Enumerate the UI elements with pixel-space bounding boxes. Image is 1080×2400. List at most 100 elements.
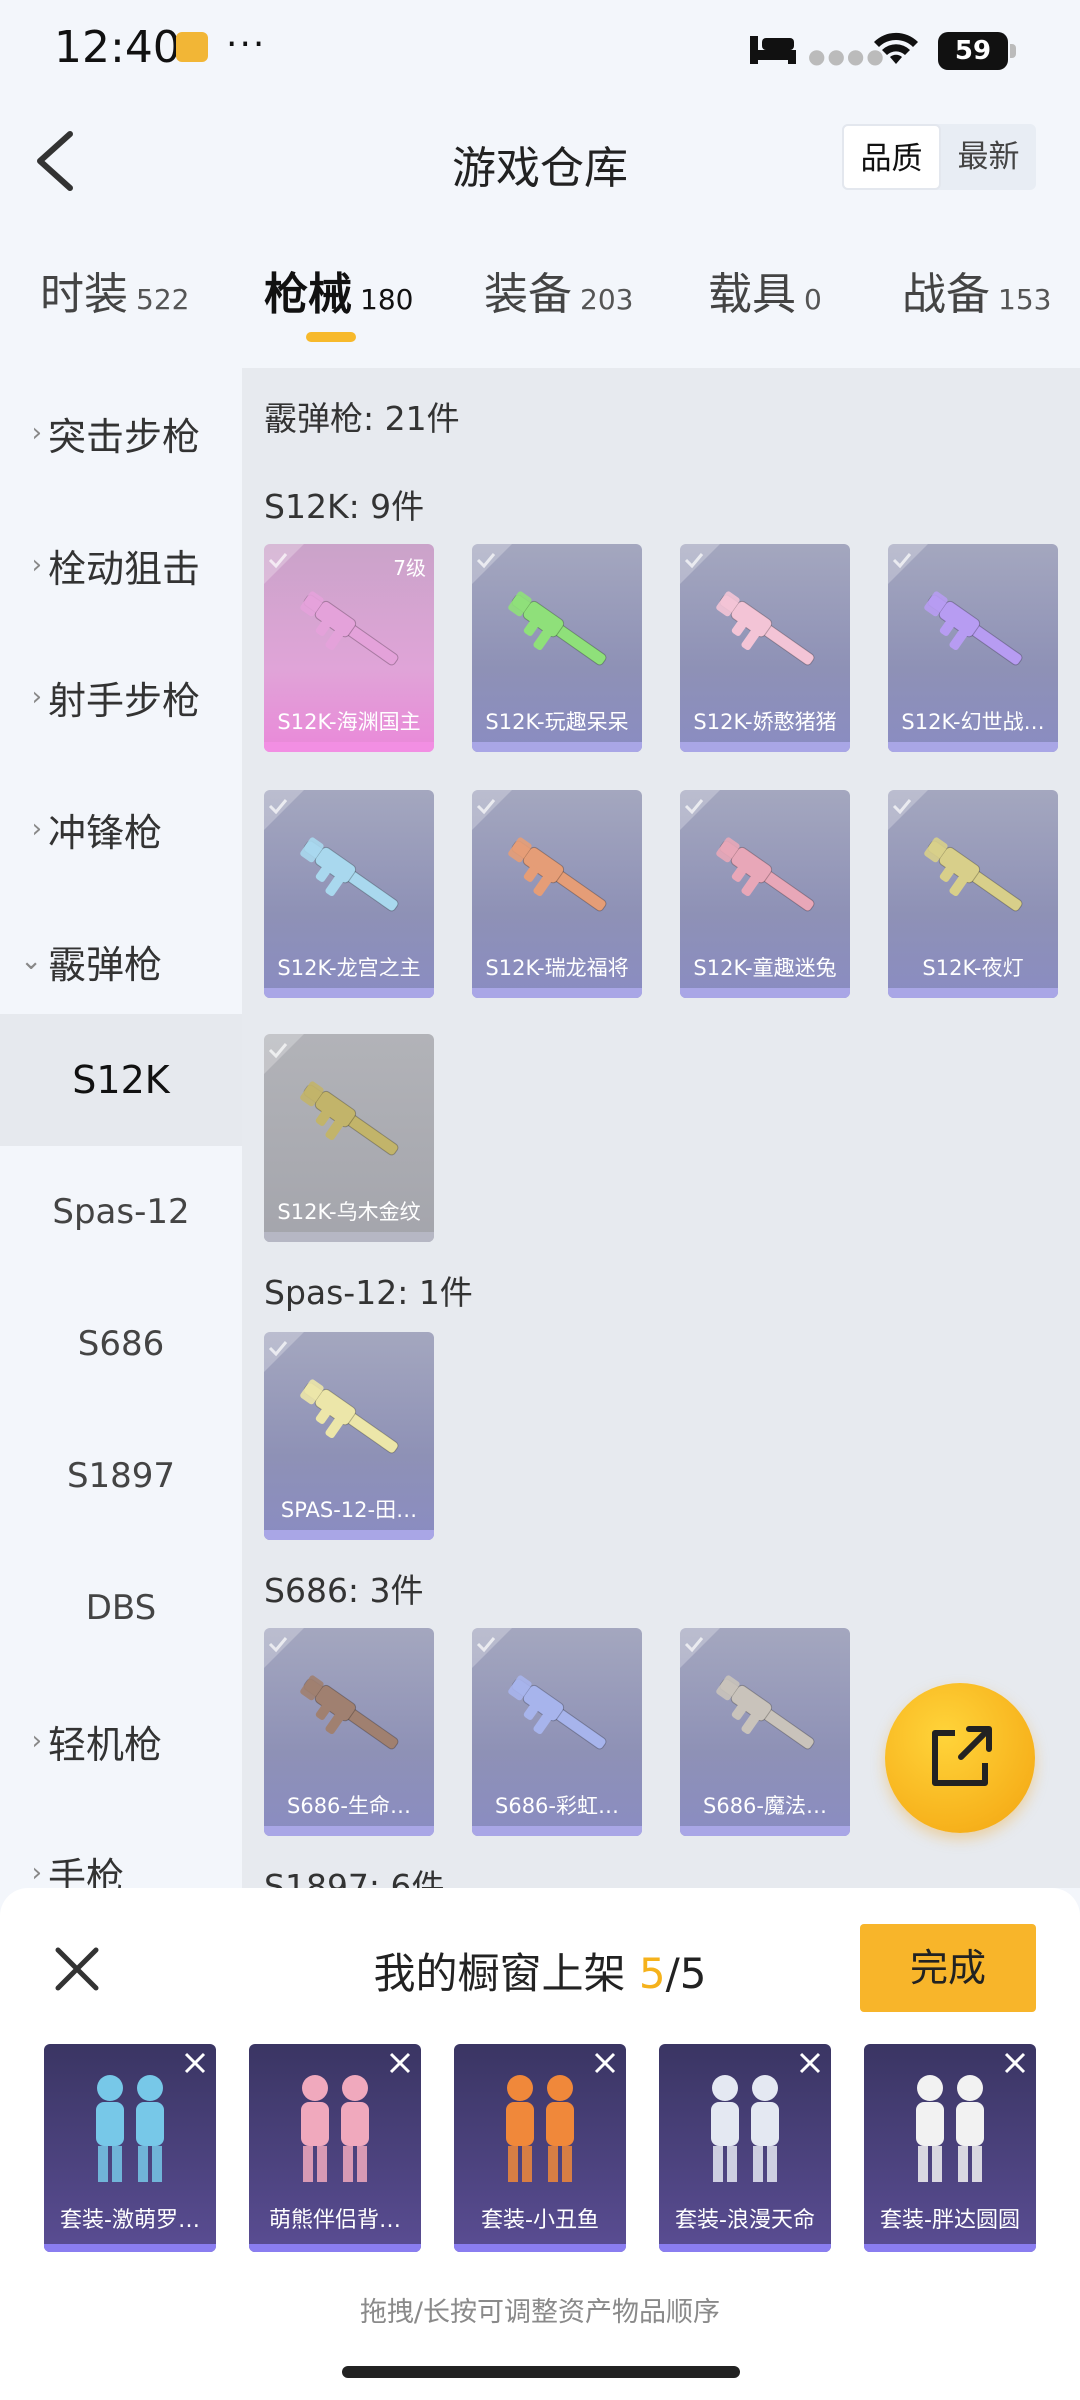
item-name: S12K-海渊国主 <box>277 710 421 734</box>
weapon-skin-image <box>508 1675 607 1750</box>
tab-guns[interactable]: 枪械 180 <box>264 258 413 322</box>
showcase-item-name: 套装-激萌罗… <box>60 2208 200 2233</box>
tab-label: 枪械 <box>264 269 352 320</box>
sort-quality-option[interactable]: 品质 <box>842 124 941 190</box>
rarity-bar <box>44 2244 216 2252</box>
showcase-item[interactable]: 套装-激萌罗… <box>44 2044 216 2252</box>
active-tab-indicator <box>306 332 356 342</box>
rarity-bar <box>264 1232 434 1242</box>
remove-icon[interactable] <box>387 2050 413 2076</box>
tab-label: 战备 <box>902 269 990 320</box>
tab-count: 153 <box>998 283 1052 316</box>
item-name: S686-彩虹… <box>495 1794 619 1818</box>
rarity-bar <box>264 1826 434 1836</box>
rarity-bar <box>680 742 850 752</box>
rarity-bar <box>264 742 434 752</box>
tab-label: 时装 <box>40 269 128 320</box>
tab-vehicles[interactable]: 载具 0 <box>708 258 822 322</box>
item-card[interactable]: S12K-娇憨猪猪 <box>680 544 850 752</box>
outfit-image <box>506 2075 574 2182</box>
rarity-bar <box>472 1826 642 1836</box>
sidebar-item-label: 栓动狙击 <box>48 546 201 591</box>
showcase-item[interactable]: 套装-胖达圆圆 <box>864 2044 1036 2252</box>
section-title-s1897: S1897: 6件 <box>264 1867 445 1888</box>
sidebar-sub-spas12[interactable]: Spas-12 <box>0 1146 242 1278</box>
outfit-image <box>711 2075 779 2182</box>
item-name: S12K-龙宫之主 <box>277 956 421 980</box>
rarity-bar <box>680 988 850 998</box>
sleep-mode-icon <box>750 36 796 64</box>
item-card[interactable]: SPAS-12-田… <box>264 1332 434 1540</box>
sidebar-sub-s1897[interactable]: S1897 <box>0 1410 242 1542</box>
item-name: S12K-幻世战… <box>901 710 1045 734</box>
rarity-bar <box>249 2244 421 2252</box>
section-title-s686: S686: 3件 <box>264 1571 424 1610</box>
item-name: S686-生命… <box>287 1794 411 1818</box>
item-name: S12K-乌木金纹 <box>277 1200 421 1224</box>
sort-newest-option[interactable]: 最新 <box>941 124 1036 190</box>
item-name: SPAS-12-田… <box>280 1498 418 1522</box>
item-card[interactable]: S12K-夜灯 <box>888 790 1058 998</box>
done-button[interactable]: 完成 <box>860 1924 1036 2012</box>
weapon-skin-image <box>300 591 399 666</box>
remove-icon[interactable] <box>592 2050 618 2076</box>
item-card[interactable]: S686-魔法… <box>680 1628 850 1836</box>
chevron-right-icon: › <box>31 1726 42 1756</box>
showcase-title-text: 我的橱窗上架 <box>373 1949 626 1998</box>
sidebar-sub-s12k[interactable]: S12K <box>0 1014 242 1146</box>
group-title: 霰弹枪: 21件 <box>264 399 460 438</box>
item-card[interactable]: S12K-瑞龙福将 <box>472 790 642 998</box>
showcase-item[interactable]: 套装-浪漫天命 <box>659 2044 831 2252</box>
sidebar-item-shotgun[interactable]: ⌄ 霰弹枪 <box>0 896 242 1026</box>
item-card[interactable]: S12K-玩趣呆呆 <box>472 544 642 752</box>
sidebar-item-label: 突击步枪 <box>48 414 201 459</box>
item-card[interactable]: S12K-龙宫之主 <box>264 790 434 998</box>
tab-supplies[interactable]: 战备 153 <box>902 258 1051 322</box>
item-name: S12K-童趣迷兔 <box>693 956 837 980</box>
weapon-skin-image <box>508 837 607 912</box>
remove-icon[interactable] <box>1002 2050 1028 2076</box>
chevron-right-icon: › <box>31 418 42 448</box>
remove-icon[interactable] <box>797 2050 823 2076</box>
rarity-bar <box>659 2244 831 2252</box>
weapon-skin-image <box>300 1379 399 1454</box>
section-title-spas12: Spas-12: 1件 <box>264 1273 473 1312</box>
item-level-badge: 7级 <box>393 556 426 580</box>
tab-label: 装备 <box>484 269 572 320</box>
tab-count: 0 <box>804 283 822 316</box>
share-button[interactable] <box>885 1683 1035 1833</box>
owned-check-icon <box>264 790 304 830</box>
status-bar: 12:40 ··· ●●●● 59 <box>0 0 1080 100</box>
chevron-right-icon: › <box>31 814 42 844</box>
battery-tip <box>1010 44 1016 58</box>
remove-icon[interactable] <box>182 2050 208 2076</box>
item-card[interactable]: 7级 S12K-海渊国主 <box>264 544 434 752</box>
tab-fashion[interactable]: 时装 522 <box>40 258 189 322</box>
sidebar-sub-dbs[interactable]: DBS <box>0 1542 242 1674</box>
sidebar-item-assault-rifle[interactable]: › 突击步枪 <box>0 368 242 498</box>
item-card[interactable]: S686-生命… <box>264 1628 434 1836</box>
sidebar-item-smg[interactable]: › 冲锋枪 <box>0 764 242 894</box>
item-card[interactable]: S12K-幻世战… <box>888 544 1058 752</box>
showcase-item[interactable]: 套装-小丑鱼 <box>454 2044 626 2252</box>
home-indicator[interactable] <box>342 2366 740 2378</box>
item-card[interactable]: S12K-童趣迷兔 <box>680 790 850 998</box>
showcase-item[interactable]: 萌熊伴侣背… <box>249 2044 421 2252</box>
sidebar-sub-s686[interactable]: S686 <box>0 1278 242 1410</box>
owned-check-icon <box>472 790 512 830</box>
sidebar-item-lmg[interactable]: › 轻机枪 <box>0 1676 242 1806</box>
weapon-skin-image <box>716 837 815 912</box>
item-name: S686-魔法… <box>703 1794 827 1818</box>
owned-check-icon <box>264 1034 304 1074</box>
sidebar-item-bolt-sniper[interactable]: › 栓动狙击 <box>0 500 242 630</box>
owned-check-icon <box>888 544 928 584</box>
item-card[interactable]: S12K-乌木金纹 <box>264 1034 434 1242</box>
chevron-right-icon: › <box>31 682 42 712</box>
item-name: S12K-玩趣呆呆 <box>485 710 629 734</box>
item-card[interactable]: S686-彩虹… <box>472 1628 642 1836</box>
sidebar-item-marksman-rifle[interactable]: › 射手步枪 <box>0 632 242 762</box>
weapon-skin-image <box>300 1081 399 1156</box>
owned-check-icon <box>680 790 720 830</box>
tab-equipment[interactable]: 装备 203 <box>484 258 633 322</box>
sidebar-item-label: 霰弹枪 <box>48 942 163 987</box>
